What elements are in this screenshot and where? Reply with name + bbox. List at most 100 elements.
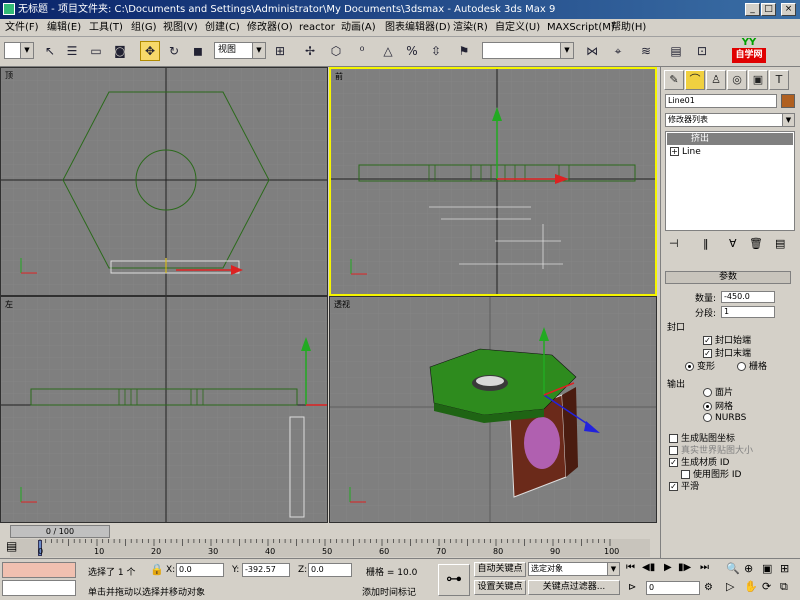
angle-snap-icon[interactable]: △	[378, 41, 398, 61]
display-tab-icon[interactable]: ▣	[748, 70, 768, 90]
go-to-start-icon[interactable]: ⏮	[626, 562, 635, 573]
keyboard-shortcut-icon[interactable]: ⬡	[326, 41, 346, 61]
time-config-icon[interactable]: ⚙	[704, 582, 713, 593]
selection-filter-dropdown[interactable]: ▼	[4, 42, 34, 59]
mesh-radio[interactable]: 网格	[703, 399, 733, 412]
key-filter-dropdown[interactable]: 选定对象 ▼	[528, 562, 620, 576]
zoom-all-icon[interactable]: ⊕	[744, 562, 753, 575]
schematic-view-icon[interactable]: ⊡	[692, 41, 712, 61]
grid-radio[interactable]: 栅格	[737, 359, 767, 372]
stack-item-line[interactable]: + Line	[666, 146, 794, 158]
cap-end-checkbox[interactable]: ✓ 封口末端	[703, 346, 751, 359]
menu-views[interactable]: 视图(V)	[160, 21, 201, 35]
menu-graph-editors[interactable]: 图表编辑器(D)	[382, 21, 454, 35]
edit-named-selection-icon[interactable]: ⚑	[454, 41, 474, 61]
select-move-icon[interactable]: ✥	[140, 41, 160, 61]
y-coord-input[interactable]: -392.57	[242, 563, 290, 577]
menu-group[interactable]: 组(G)	[128, 21, 160, 35]
arc-rotate-icon[interactable]: ⟳	[762, 580, 771, 593]
percent-snap-icon[interactable]: %	[402, 41, 422, 61]
field-of-view-icon[interactable]: ▷	[726, 580, 734, 593]
auto-key-button[interactable]: 自动关键点	[474, 562, 526, 577]
amount-input[interactable]: -450.0	[721, 291, 775, 303]
menu-maxscript[interactable]: MAXScript(M)	[544, 21, 618, 35]
close-button[interactable]: ×	[781, 3, 796, 16]
parameters-rollout[interactable]: 参数	[665, 271, 791, 284]
smooth-checkbox[interactable]: ✓ 平滑	[669, 479, 699, 492]
maxscript-listener-mini[interactable]	[2, 562, 76, 578]
viewport-top[interactable]: 顶	[0, 67, 328, 296]
select-manipulate-icon[interactable]: ✢	[300, 41, 320, 61]
select-object-icon[interactable]: ↖	[40, 41, 60, 61]
layer-manager-icon[interactable]: ≋	[636, 41, 656, 61]
viewport-perspective[interactable]: 透视	[329, 296, 657, 523]
stack-item-extrude[interactable]: 挤出	[667, 133, 793, 145]
modifier-list-dropdown[interactable]: 修改器列表 ▼	[665, 113, 795, 127]
current-frame-input[interactable]: 0	[646, 581, 700, 595]
lock-selection-icon[interactable]: 🔒	[150, 563, 164, 576]
menu-modifiers[interactable]: 修改器(O)	[244, 21, 296, 35]
pin-stack-icon[interactable]: ⊣	[669, 237, 679, 250]
menu-create[interactable]: 创建(C)	[202, 21, 243, 35]
utilities-tab-icon[interactable]: T	[769, 70, 789, 90]
go-to-end-icon[interactable]: ⏭	[700, 562, 709, 573]
segments-input[interactable]: 1	[721, 306, 775, 318]
zoom-extents-all-icon[interactable]: ⊞	[780, 562, 789, 575]
cap-start-checkbox[interactable]: ✓ 封口始端	[703, 333, 751, 346]
select-rotate-icon[interactable]: ↻	[164, 41, 184, 61]
modify-tab-icon[interactable]: ⌒	[685, 70, 705, 90]
set-key-big-icon[interactable]: ⊶	[438, 564, 470, 596]
curve-editor-icon[interactable]: ▤	[666, 41, 686, 61]
pan-icon[interactable]: ✋	[744, 580, 758, 593]
object-name-input[interactable]: Line01	[665, 94, 777, 108]
patch-radio[interactable]: 面片	[703, 385, 733, 398]
reference-coord-dropdown[interactable]: 视图 ▼	[214, 42, 266, 59]
add-time-tag[interactable]: 添加时间标记	[362, 585, 416, 598]
viewport-front[interactable]: 前	[329, 67, 657, 296]
hierarchy-tab-icon[interactable]: ♙	[706, 70, 726, 90]
previous-frame-icon[interactable]: ◀▮	[642, 562, 655, 573]
zoom-extents-icon[interactable]: ▣	[762, 562, 772, 575]
rect-region-icon[interactable]: ▭	[86, 41, 106, 61]
configure-sets-icon[interactable]: ▤	[775, 237, 785, 250]
maximize-viewport-icon[interactable]: ⧉	[780, 580, 788, 594]
menu-help[interactable]: 帮助(H)	[608, 21, 649, 35]
menu-edit[interactable]: 编辑(E)	[44, 21, 84, 35]
expand-icon[interactable]: +	[670, 147, 679, 156]
object-color-swatch[interactable]	[781, 94, 795, 108]
time-slider[interactable]: 0 / 100	[10, 525, 110, 538]
mirror-icon[interactable]: ⋈	[582, 41, 602, 61]
remove-modifier-icon[interactable]: 🗑	[749, 237, 763, 250]
maximize-button[interactable]: □	[761, 3, 776, 16]
window-crossing-icon[interactable]: ◙	[110, 41, 130, 61]
minimize-button[interactable]: _	[745, 3, 760, 16]
morph-radio[interactable]: 变形	[685, 359, 715, 372]
menu-tools[interactable]: 工具(T)	[86, 21, 126, 35]
menu-file[interactable]: 文件(F)	[2, 21, 42, 35]
snaps-toggle-icon[interactable]: ⁰	[352, 41, 372, 61]
x-coord-input[interactable]: 0.0	[176, 563, 224, 577]
menu-reactor[interactable]: reactor	[296, 21, 338, 35]
maxscript-input[interactable]	[2, 580, 76, 596]
zoom-icon[interactable]: 🔍	[726, 562, 740, 575]
key-filters-button[interactable]: 关键点过滤器...	[528, 580, 620, 595]
menu-rendering[interactable]: 渲染(R)	[450, 21, 491, 35]
create-tab-icon[interactable]: ✎	[664, 70, 684, 90]
menu-customize[interactable]: 自定义(U)	[492, 21, 543, 35]
align-icon[interactable]: ⌖	[608, 41, 628, 61]
play-icon[interactable]: ▶	[664, 562, 672, 573]
z-coord-input[interactable]: 0.0	[308, 563, 352, 577]
motion-tab-icon[interactable]: ◎	[727, 70, 747, 90]
menu-animation[interactable]: 动画(A)	[338, 21, 379, 35]
named-selection-dropdown[interactable]: ▼	[482, 42, 574, 59]
select-scale-icon[interactable]: ◼	[188, 41, 208, 61]
viewport-left[interactable]: 左	[0, 296, 328, 523]
select-by-name-icon[interactable]: ☰	[62, 41, 82, 61]
spinner-snap-icon[interactable]: ⇳	[426, 41, 446, 61]
nurbs-radio[interactable]: NURBS	[703, 413, 746, 423]
show-end-result-icon[interactable]: ‖	[703, 237, 709, 250]
key-mode-icon[interactable]: ⊳	[628, 582, 636, 593]
next-frame-icon[interactable]: ▮▶	[678, 562, 691, 573]
make-unique-icon[interactable]: ∀	[729, 237, 737, 250]
pivot-center-icon[interactable]: ⊞	[270, 41, 290, 61]
